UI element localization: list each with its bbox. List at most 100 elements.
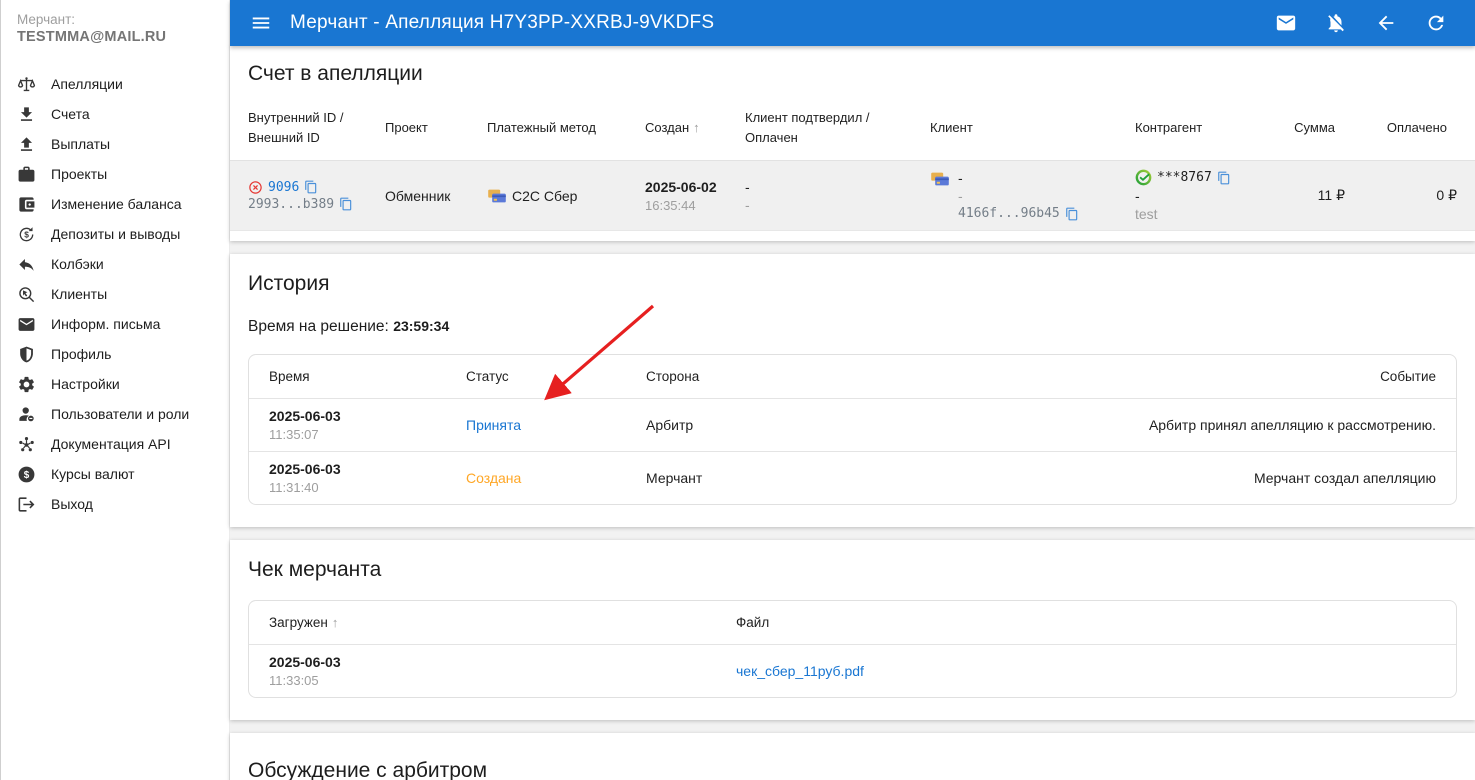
client-line1: - xyxy=(958,170,1079,186)
sidebar-item-api-docs[interactable]: Документация API xyxy=(1,429,229,459)
back-icon[interactable] xyxy=(1375,12,1397,34)
history-section-title: История xyxy=(248,272,1457,296)
counterparty-cell: ***8767 - test xyxy=(1135,169,1275,222)
currency-icon: $ xyxy=(17,465,36,484)
counterparty-line2: - xyxy=(1135,188,1275,204)
copy-icon[interactable] xyxy=(304,180,318,194)
internal-id-link[interactable]: 9096 xyxy=(268,180,299,195)
history-table-header: Время Статус Сторона Событие xyxy=(249,355,1456,398)
credit-card-icon xyxy=(930,171,950,187)
event-cell: Арбитр принял апелляцию к рассмотрению. xyxy=(866,417,1436,433)
event-cell: Мерчант создал апелляцию xyxy=(866,470,1436,486)
sidebar-item-label: Выплаты xyxy=(51,136,110,152)
sidebar-item-profile[interactable]: Профиль xyxy=(1,339,229,369)
sidebar-item-label: Проекты xyxy=(51,166,107,182)
counterparty-name: test xyxy=(1135,206,1275,222)
external-id: 2993...b389 xyxy=(248,197,334,212)
sidebar-item-users-roles[interactable]: Пользователи и роли xyxy=(1,399,229,429)
col-amount: Сумма xyxy=(1275,106,1345,150)
sidebar-item-callbacks[interactable]: Колбэки xyxy=(1,249,229,279)
mail-icon[interactable] xyxy=(1275,12,1297,34)
download-icon xyxy=(17,105,36,124)
sort-asc-icon: ↑ xyxy=(332,615,339,630)
col-side: Сторона xyxy=(646,355,866,398)
sidebar-item-appeals[interactable]: Апелляции xyxy=(1,69,229,99)
shield-icon xyxy=(17,345,36,364)
reply-icon xyxy=(17,255,36,274)
sidebar-item-label: Колбэки xyxy=(51,256,104,272)
col-created[interactable]: Создан↑ xyxy=(645,106,745,150)
invoice-section: Счет в апелляции Внутренний ID /Внешний … xyxy=(230,46,1475,241)
sidebar-item-label: Депозиты и выводы xyxy=(51,226,180,242)
col-internal-external-id: Внутренний ID /Внешний ID xyxy=(248,96,385,160)
col-uploaded[interactable]: Загружен↑ xyxy=(269,601,736,644)
payment-method-cell: C2C Сбер xyxy=(487,187,645,204)
appbar: Мерчант - Апелляция H7Y3PP-XXRBJ-9VKDFS xyxy=(230,0,1475,46)
users-roles-icon xyxy=(17,405,36,424)
notifications-off-icon[interactable] xyxy=(1325,12,1347,34)
col-event: Событие xyxy=(866,355,1436,398)
history-section: История Время на решение: 23:59:34 Время… xyxy=(230,254,1475,527)
api-hub-icon xyxy=(17,435,36,454)
sber-logo-icon xyxy=(1135,169,1152,186)
sidebar: Мерчант: TESTMMA@MAIL.RU Апелляции Счета… xyxy=(0,0,230,780)
invoice-id-cell: 9096 2993...b389 xyxy=(248,180,385,212)
status-badge: Создана xyxy=(466,470,646,486)
sidebar-item-label: Курсы валют xyxy=(51,466,135,482)
sidebar-item-currency-rates[interactable]: $ Курсы валют xyxy=(1,459,229,489)
sidebar-item-label: Выход xyxy=(51,496,93,512)
client-line2: - xyxy=(958,188,1079,204)
status-badge[interactable]: Принята xyxy=(466,417,646,433)
receipt-row: 2025-06-0311:33:05 чек_сбер_11руб.pdf xyxy=(249,644,1456,697)
copy-icon[interactable] xyxy=(1065,207,1079,221)
sidebar-nav: Апелляции Счета Выплаты Проекты Изменени… xyxy=(1,69,229,519)
created-cell: 2025-06-02 16:35:44 xyxy=(645,179,745,213)
client-card-number: 4166f...96b45 xyxy=(958,206,1060,221)
history-row: 2025-06-0311:35:07 Принята Арбитр Арбитр… xyxy=(249,398,1456,451)
discussion-section: Обсуждение с арбитром xyxy=(230,733,1475,780)
receipt-section-title: Чек мерчанта xyxy=(248,558,1457,582)
sidebar-item-label: Апелляции xyxy=(51,76,123,92)
invoice-table-header: Внутренний ID /Внешний ID Проект Платежн… xyxy=(230,96,1475,160)
svg-text:$: $ xyxy=(24,469,30,480)
sidebar-item-label: Настройки xyxy=(51,376,120,392)
history-table: Время Статус Сторона Событие 2025-06-031… xyxy=(248,354,1457,505)
svg-text:$: $ xyxy=(24,229,29,239)
copy-icon[interactable] xyxy=(1217,171,1231,185)
sidebar-item-deposits[interactable]: $ Депозиты и выводы xyxy=(1,219,229,249)
client-cell: - - 4166f...96b45 xyxy=(930,170,1135,221)
sidebar-item-invoices[interactable]: Счета xyxy=(1,99,229,129)
amount-cell: 11 ₽ xyxy=(1275,187,1345,204)
sidebar-item-payouts[interactable]: Выплаты xyxy=(1,129,229,159)
sidebar-item-info-letters[interactable]: Информ. письма xyxy=(1,309,229,339)
invoice-section-title: Счет в апелляции xyxy=(230,62,1475,86)
col-time: Время xyxy=(269,355,466,398)
receipt-section: Чек мерчанта Загружен↑ Файл 2025-06-0311… xyxy=(230,540,1475,720)
wallet-icon xyxy=(17,195,36,214)
sidebar-item-projects[interactable]: Проекты xyxy=(1,159,229,189)
decision-time: Время на решение: 23:59:34 xyxy=(248,318,1457,336)
sidebar-item-label: Документация API xyxy=(51,436,171,452)
receipt-table-header: Загружен↑ Файл xyxy=(249,601,1456,644)
mail-icon xyxy=(17,315,36,334)
menu-icon[interactable] xyxy=(250,12,272,34)
currency-exchange-icon: $ xyxy=(17,225,36,244)
col-counterparty: Контрагент xyxy=(1135,106,1275,150)
sidebar-item-logout[interactable]: Выход xyxy=(1,489,229,519)
copy-icon[interactable] xyxy=(339,197,353,211)
col-client: Клиент xyxy=(930,106,1135,150)
credit-card-icon xyxy=(487,188,507,204)
sidebar-item-balance-change[interactable]: Изменение баланса xyxy=(1,189,229,219)
col-payment-method: Платежный метод xyxy=(487,106,645,150)
sidebar-item-clients[interactable]: Клиенты xyxy=(1,279,229,309)
sidebar-item-settings[interactable]: Настройки xyxy=(1,369,229,399)
col-paid: Оплачено xyxy=(1345,106,1457,150)
payment-method-label: C2C Сбер xyxy=(512,188,577,204)
cancel-icon xyxy=(248,180,263,195)
discussion-section-title: Обсуждение с арбитром xyxy=(248,759,1457,780)
sidebar-item-label: Счета xyxy=(51,106,90,122)
receipt-file-link[interactable]: чек_сбер_11руб.pdf xyxy=(736,663,864,679)
paid-cell: 0 ₽ xyxy=(1345,187,1457,204)
sidebar-item-label: Информ. письма xyxy=(51,316,160,332)
refresh-icon[interactable] xyxy=(1425,12,1447,34)
